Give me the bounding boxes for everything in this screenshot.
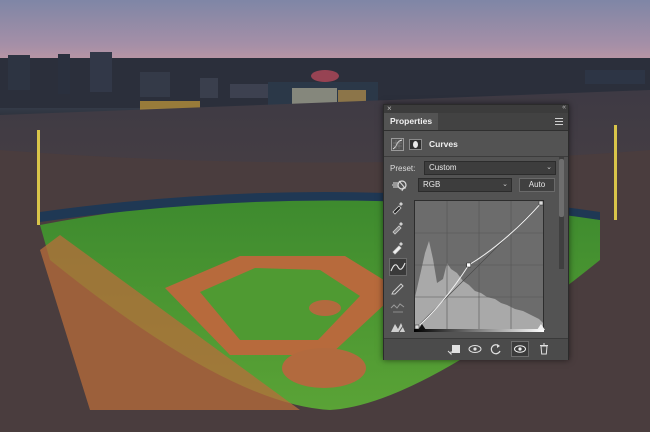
scrollbar-thumb[interactable] [559,159,564,217]
curve-points-icon[interactable] [389,258,407,276]
panel-scrollbar[interactable] [559,157,564,269]
clipping-warning-icon[interactable] [390,319,406,335]
tab-properties[interactable]: Properties [384,113,439,130]
curves-plot[interactable] [414,200,544,330]
preset-label: Preset: [390,163,416,173]
smooth-curve-icon[interactable] [390,299,406,315]
reset-icon[interactable] [488,342,504,356]
close-panel-button[interactable]: × [387,104,392,113]
panel-footer [384,338,568,360]
channel-row: RGB ⌄ Auto [390,178,555,192]
visibility-icon[interactable] [511,341,529,357]
preset-value: Custom [429,163,457,172]
curve-control-point[interactable] [538,200,544,206]
panel-menu-icon[interactable] [555,118,563,127]
channel-value: RGB [423,180,441,189]
curves-adjustment-icon[interactable] [391,137,404,151]
target-adjust-icon[interactable] [390,178,410,192]
white-point-eyedropper-icon[interactable] [390,239,406,255]
pencil-draw-icon[interactable] [390,279,406,295]
black-point-eyedropper-icon[interactable] [390,199,406,215]
layer-mask-icon[interactable] [409,138,422,150]
curves-graph[interactable] [414,200,544,330]
preset-dropdown[interactable]: Custom ⌄ [424,161,556,175]
gray-point-eyedropper-icon[interactable] [390,219,406,235]
adjustment-type-label: Curves [429,139,458,149]
panel-title-bar[interactable]: × « [384,104,568,113]
black-point-slider[interactable] [418,324,426,330]
panel-tab-bar: Properties [384,113,568,131]
curve-control-point[interactable] [466,262,472,268]
preset-row: Preset: Custom ⌄ [390,161,556,175]
adjustment-type-row: Curves [391,136,458,152]
auto-button[interactable]: Auto [519,178,555,192]
collapse-panel-button[interactable]: « [562,104,566,111]
divider [384,156,568,157]
delete-icon[interactable] [536,342,552,356]
white-point-slider[interactable] [537,324,545,330]
view-previous-state-icon[interactable] [467,342,483,356]
chevron-down-icon: ⌄ [546,164,552,171]
properties-panel: × « Properties Curves Preset: Custom ⌄ R… [383,104,569,360]
clip-to-layer-icon[interactable] [446,342,462,356]
chevron-down-icon: ⌄ [502,181,508,188]
curve-tools [389,199,408,339]
channel-dropdown[interactable]: RGB ⌄ [418,178,512,192]
input-gradient-bar [414,329,544,332]
